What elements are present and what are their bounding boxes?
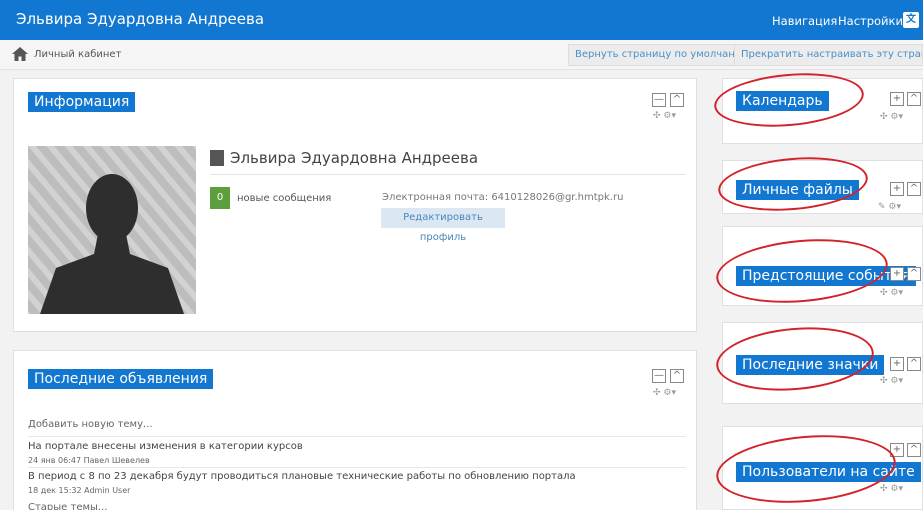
- expand-icon[interactable]: +: [890, 267, 904, 281]
- news-item-meta: 18 дек 15:32 Admin User: [28, 486, 131, 495]
- user-avatar[interactable]: [28, 146, 196, 314]
- move-up-icon[interactable]: ^: [907, 357, 921, 371]
- collapse-icon[interactable]: —: [652, 93, 666, 107]
- move-up-icon[interactable]: ^: [907, 443, 921, 457]
- messages-count-badge[interactable]: 0: [210, 187, 230, 209]
- block-actions-icon[interactable]: ✣ ⚙▾: [880, 112, 903, 122]
- stop-customise-button[interactable]: Прекратить настраивать эту страницу: [734, 44, 923, 66]
- settings-link[interactable]: Настройки: [838, 14, 903, 28]
- block-actions-icon[interactable]: ✣ ⚙▾: [653, 388, 676, 398]
- breadcrumb-bar: Личный кабинет Вернуть страницу по умолч…: [0, 40, 923, 70]
- edit-profile-button[interactable]: Редактировать профиль: [381, 208, 505, 243]
- latest-badges-block-title: Последние значки: [736, 355, 885, 375]
- expand-icon[interactable]: +: [890, 92, 904, 106]
- user-silhouette-icon: [28, 146, 196, 314]
- move-up-icon[interactable]: ^: [907, 182, 921, 196]
- breadcrumb-item-dashboard[interactable]: Личный кабинет: [34, 49, 121, 60]
- info-block-title: Информация: [28, 92, 136, 112]
- move-up-icon[interactable]: ^: [907, 92, 921, 106]
- navigation-link[interactable]: Навигация: [772, 14, 837, 28]
- move-up-icon[interactable]: ^: [907, 267, 921, 281]
- user-full-name: Эльвира Эдуардовна Андреева: [230, 149, 479, 167]
- expand-icon[interactable]: +: [890, 443, 904, 457]
- divider: [210, 174, 686, 175]
- move-up-icon[interactable]: ^: [670, 93, 684, 107]
- divider: [28, 436, 686, 437]
- user-card-icon: [210, 150, 224, 166]
- site-title[interactable]: Эльвира Эдуардовна Андреева: [16, 10, 264, 28]
- upcoming-events-block-title: Предстоящие события: [736, 266, 916, 286]
- block-actions-icon[interactable]: ✣ ⚙▾: [653, 111, 676, 121]
- home-icon[interactable]: [12, 47, 28, 61]
- news-block-title: Последние объявления: [28, 369, 214, 389]
- news-item-meta: 24 янв 06:47 Павел Шевелев: [28, 456, 150, 465]
- user-email: Электронная почта: 6410128026@gr.hmtpk.r…: [382, 192, 624, 203]
- private-files-block-title: Личные файлы: [736, 180, 859, 200]
- online-users-block-title: Пользователи на сайте: [736, 462, 921, 482]
- add-topic-link[interactable]: Добавить новую тему...: [28, 419, 153, 430]
- translate-icon[interactable]: 文: [903, 12, 919, 28]
- calendar-block: [722, 78, 923, 144]
- move-up-icon[interactable]: ^: [670, 369, 684, 383]
- block-actions-icon[interactable]: ✣ ⚙▾: [880, 484, 903, 494]
- news-item-title[interactable]: На портале внесены изменения в категории…: [28, 441, 303, 452]
- expand-icon[interactable]: +: [890, 182, 904, 196]
- expand-icon[interactable]: +: [890, 357, 904, 371]
- collapse-icon[interactable]: —: [652, 369, 666, 383]
- divider: [28, 467, 686, 468]
- messages-label[interactable]: новые сообщения: [237, 193, 331, 204]
- top-navbar: Эльвира Эдуардовна Андреева Навигация На…: [0, 0, 923, 40]
- block-actions-icon[interactable]: ✎ ⚙▾: [878, 202, 901, 212]
- reset-page-button[interactable]: Вернуть страницу по умолчанию: [568, 44, 757, 66]
- calendar-block-title: Календарь: [736, 91, 829, 111]
- news-item-title[interactable]: В период с 8 по 23 декабря будут проводи…: [28, 471, 576, 482]
- block-actions-icon[interactable]: ✣ ⚙▾: [880, 288, 903, 298]
- block-actions-icon[interactable]: ✣ ⚙▾: [880, 376, 903, 386]
- old-topics-link[interactable]: Старые темы...: [28, 502, 107, 510]
